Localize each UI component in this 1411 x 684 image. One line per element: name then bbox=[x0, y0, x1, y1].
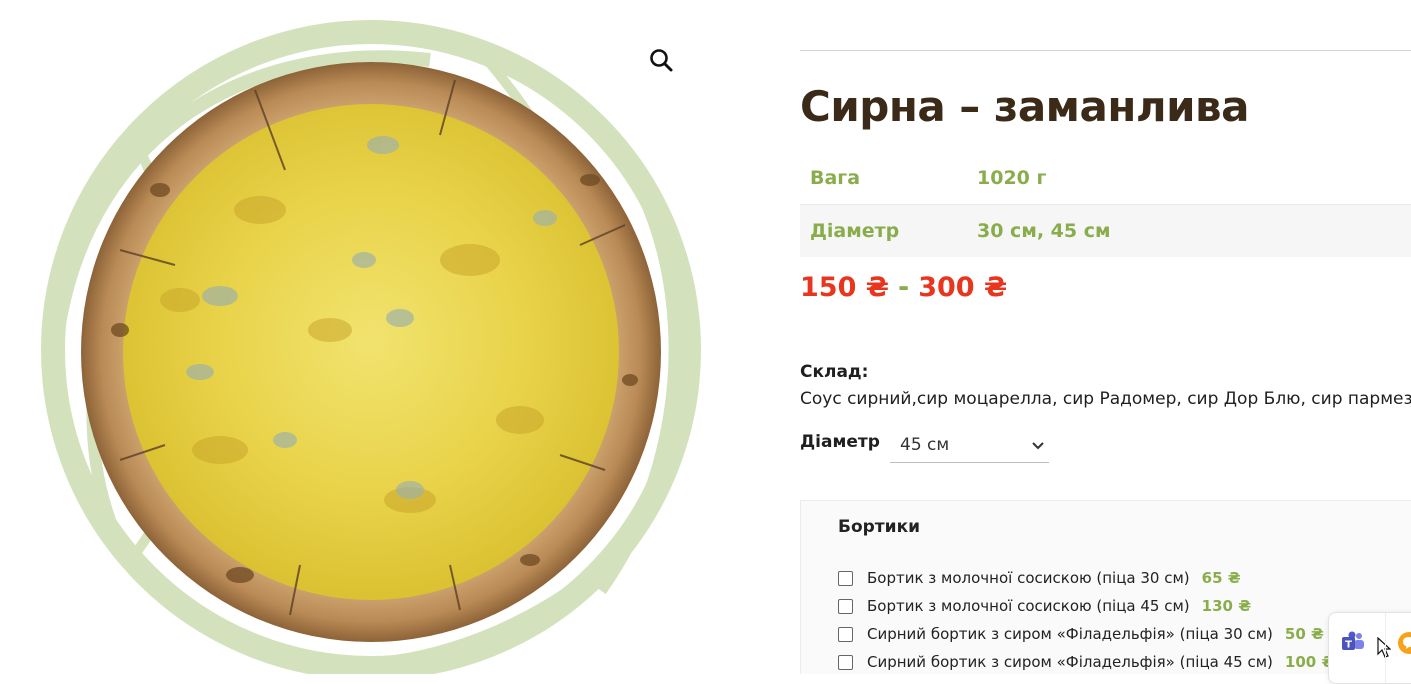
divider bbox=[800, 50, 1411, 51]
product-summary: Сирна – заманлива Вага 1020 г Діаметр 30… bbox=[800, 0, 1411, 674]
composition-text: Соус сирний,сир моцарелла, сир Радомер, … bbox=[800, 389, 1411, 409]
attribute-label: Вага bbox=[810, 167, 861, 189]
attribute-row: Вага 1020 г bbox=[800, 152, 1411, 204]
addons-panel: Бортики Бортик з молочної сосискою (піца… bbox=[800, 500, 1411, 674]
divider bbox=[1385, 613, 1386, 683]
diameter-selected-value: 45 см bbox=[900, 435, 950, 455]
diameter-label: Діаметр bbox=[800, 432, 880, 452]
attribute-row: Діаметр 30 см, 45 см bbox=[800, 204, 1411, 257]
attribute-value: 30 см, 45 см bbox=[977, 220, 1111, 242]
diameter-select[interactable]: 45 см bbox=[890, 430, 1049, 463]
price-separator: - bbox=[897, 272, 910, 303]
addon-checkbox[interactable] bbox=[838, 570, 853, 586]
chevron-down-icon bbox=[1032, 442, 1044, 450]
cursor-icon bbox=[1377, 637, 1391, 658]
addon-checkbox[interactable] bbox=[838, 626, 853, 642]
attribute-label: Діаметр bbox=[810, 220, 900, 242]
addon-label: Сирний бортик з сиром «Філадельфія» (піц… bbox=[867, 625, 1273, 643]
attribute-value: 1020 г bbox=[977, 167, 1047, 189]
addon-label: Бортик з молочної сосискою (піца 30 см) bbox=[867, 569, 1190, 587]
addon-label: Сирний бортик з сиром «Філадельфія» (піц… bbox=[867, 653, 1273, 671]
addon-price: 130 ₴ bbox=[1201, 597, 1252, 615]
teams-icon[interactable]: T bbox=[1341, 631, 1365, 653]
price-min: 150 ₴ bbox=[800, 272, 889, 303]
addon-price: 100 ₴ bbox=[1284, 653, 1335, 671]
addon-option[interactable]: Бортик з молочної сосискою (піца 30 см) … bbox=[838, 565, 1241, 591]
svg-text:T: T bbox=[1345, 640, 1352, 651]
composition-label: Склад: bbox=[800, 362, 869, 382]
addon-label: Бортик з молочної сосискою (піца 45 см) bbox=[867, 597, 1190, 615]
price-max: 300 ₴ bbox=[918, 272, 1008, 303]
attributes-table: Вага 1020 г Діаметр 30 см, 45 см bbox=[800, 152, 1411, 257]
product-gallery bbox=[0, 0, 740, 674]
price-range: 150 ₴ -300 ₴ bbox=[800, 272, 1007, 303]
addon-checkbox[interactable] bbox=[838, 598, 853, 614]
addon-price: 50 ₴ bbox=[1284, 625, 1324, 643]
product-title: Сирна – заманлива bbox=[800, 82, 1249, 131]
search-icon bbox=[650, 49, 673, 72]
addon-option[interactable]: Бортик з молочної сосискою (піца 45 см) … bbox=[838, 593, 1251, 619]
chat-bubble-icon[interactable] bbox=[1397, 631, 1411, 655]
zoom-button[interactable] bbox=[646, 45, 678, 77]
pizza-image[interactable] bbox=[0, 0, 740, 674]
addon-option[interactable]: Сирний бортик з сиром «Філадельфія» (піц… bbox=[838, 621, 1324, 647]
addon-option[interactable]: Сирний бортик з сиром «Філадельфія» (піц… bbox=[838, 649, 1334, 674]
chat-widget: T bbox=[1328, 612, 1411, 684]
addon-price: 65 ₴ bbox=[1201, 569, 1241, 587]
addons-title: Бортики bbox=[838, 517, 921, 537]
addon-checkbox[interactable] bbox=[838, 654, 853, 670]
